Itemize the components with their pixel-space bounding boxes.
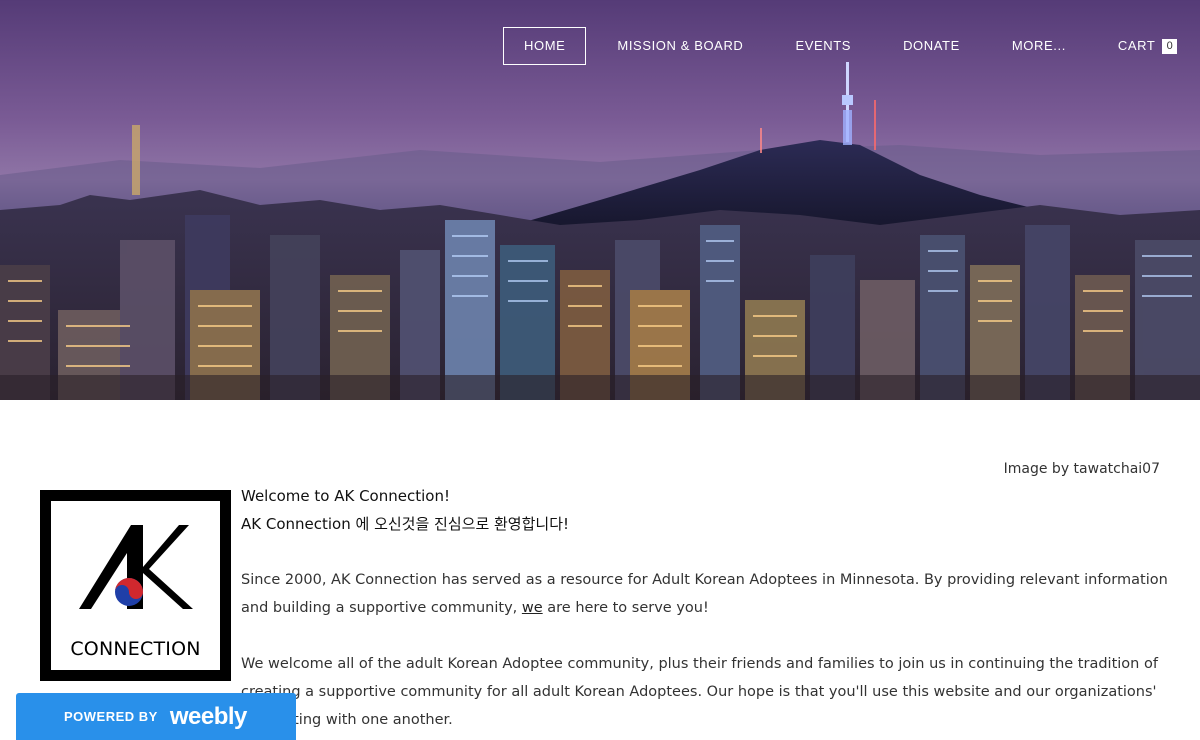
powered-by-label: POWERED BY [64,709,158,724]
welcome-paragraph: We welcome all of the adult Korean Adopt… [241,656,1158,728]
ak-connection-logo: CONNECTION [40,490,231,681]
intro-text-after: are here to serve you! [542,600,709,616]
welcome-section: Welcome to AK Connection! AK Connection … [241,482,1171,734]
nav-more[interactable]: MORE... [991,27,1087,65]
nav-mission-board[interactable]: MISSION & BOARD [596,27,764,65]
we-link[interactable]: we [522,600,543,616]
main-nav: HOME MISSION & BOARD EVENTS DONATE MORE.… [503,27,1178,65]
welcome-heading-ko: AK Connection 에 오신것을 진심으로 환영합니다! [241,515,570,533]
nav-home[interactable]: HOME [503,27,587,65]
nav-events[interactable]: EVENTS [774,27,872,65]
intro-paragraph: Since 2000, AK Connection has served as … [241,566,1171,622]
logo-text: CONNECTION [70,638,201,660]
cart-count-badge: 0 [1162,38,1178,54]
hero-banner: HOME MISSION & BOARD EVENTS DONATE MORE.… [0,0,1200,400]
image-credit: Image by tawatchai07 [1003,461,1160,477]
powered-by-weebly-badge[interactable]: POWERED BY weebly [16,693,296,740]
nav-donate[interactable]: DONATE [882,27,981,65]
logo-inner: CONNECTION [51,501,220,670]
cart-label: CART [1117,38,1156,53]
weebly-wordmark: weebly [169,702,248,730]
nav-cart[interactable]: CART 0 [1097,27,1179,65]
welcome-heading-en: Welcome to AK Connection! [241,487,450,505]
